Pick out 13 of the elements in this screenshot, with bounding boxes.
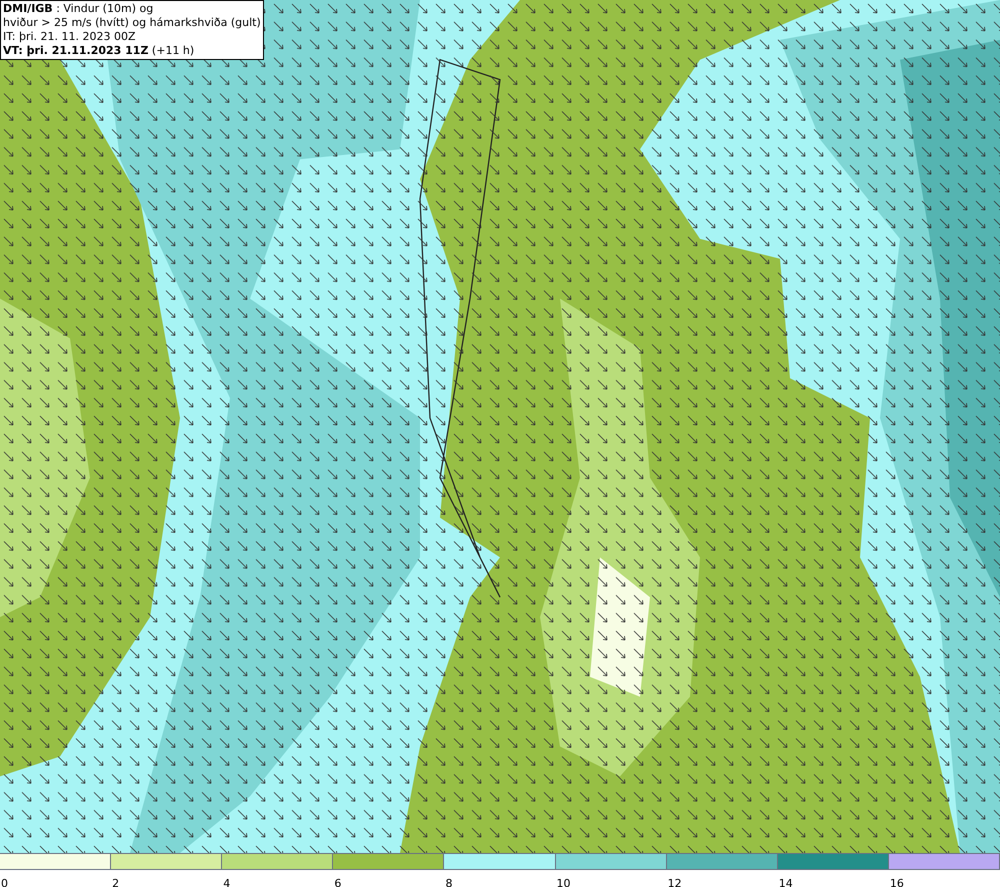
info-text: IT: þri. 21. 11. 2023 00Z: [3, 30, 137, 44]
scale-label: 4: [222, 877, 230, 887]
scale-label: 12: [666, 877, 682, 887]
info-text: VT: þri. 21.11.2023 11Z (+11 h): [3, 44, 196, 58]
info-text: DMI/IGB : Vindur (10m) og: [3, 2, 154, 16]
scale-label: 16: [888, 877, 904, 887]
scale-label: 6: [333, 877, 342, 887]
scale-label: 8: [444, 877, 452, 887]
scale-label: 2: [111, 877, 120, 887]
scale-label: 10: [556, 877, 571, 887]
scale-label: 14: [778, 877, 793, 887]
info-text: hviður > 25 m/s (hvítt) og hámarkshviða (gult): [3, 16, 261, 30]
scale-label: 0: [0, 877, 8, 887]
